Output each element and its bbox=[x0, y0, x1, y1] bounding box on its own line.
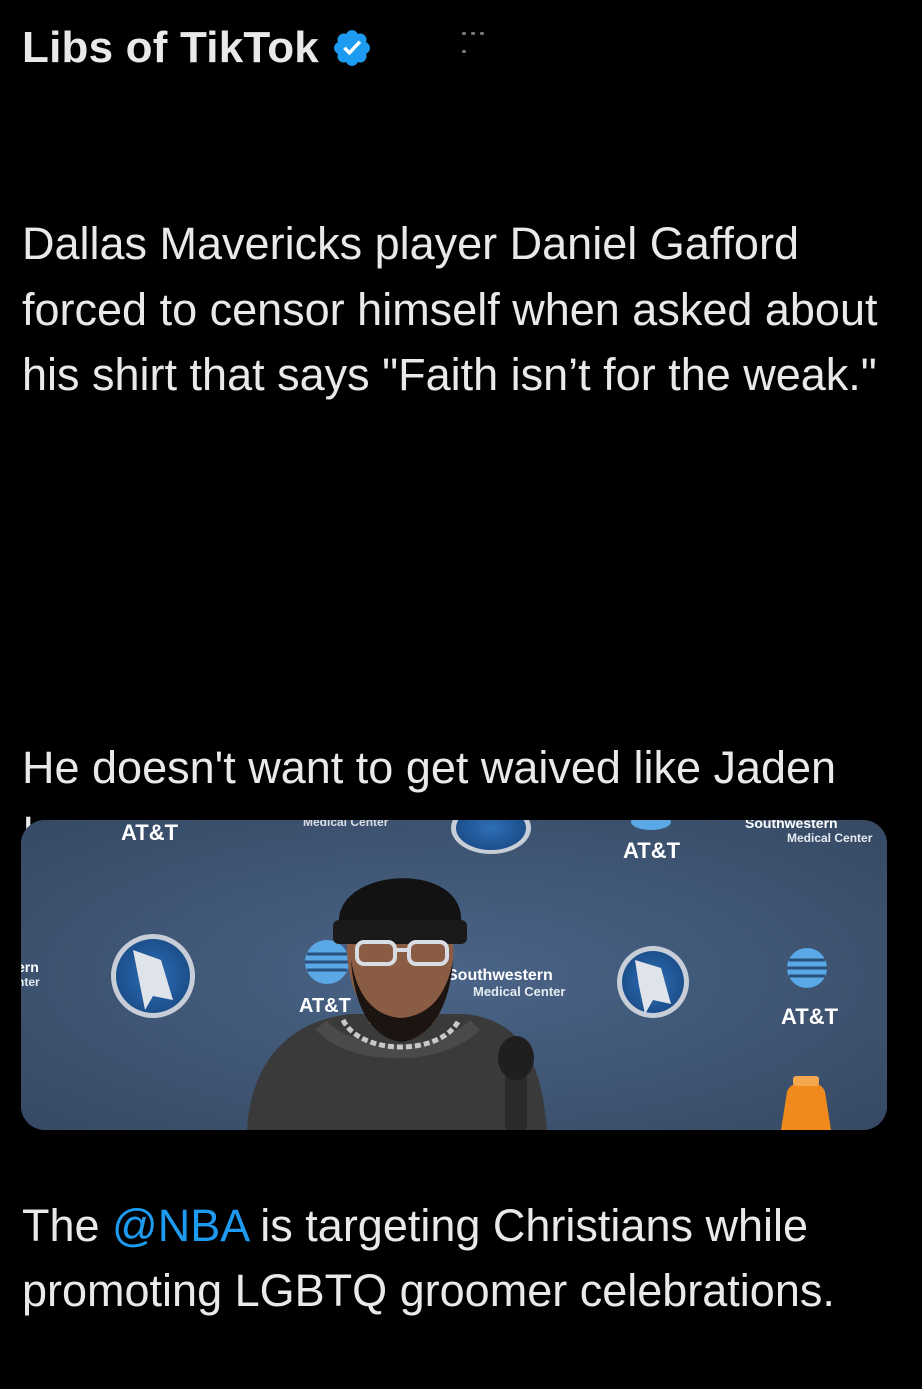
backdrop-medical-center-right: Medical Center bbox=[787, 831, 873, 845]
backdrop-edge-partial-1: ern bbox=[21, 959, 39, 975]
mavericks-logo-icon bbox=[617, 946, 689, 1018]
att-globe-icon bbox=[787, 948, 827, 988]
tweet-header: Libs of TikTok bbox=[22, 20, 373, 76]
att-globe-icon bbox=[305, 940, 349, 984]
backdrop-southwestern-text: Southwestern bbox=[447, 967, 553, 984]
tweet-paragraph-1: Dallas Mavericks player Daniel Gafford f… bbox=[22, 218, 890, 400]
backdrop-att-text: AT&T bbox=[121, 820, 179, 845]
verified-badge-icon bbox=[331, 27, 373, 69]
backdrop-southwestern-top: Southwestern bbox=[745, 820, 838, 831]
author-name[interactable]: Libs of TikTok bbox=[22, 23, 319, 73]
nba-mention-link[interactable]: @NBA bbox=[112, 1200, 248, 1251]
press-conference-frame: AT&T Medical Center AT&T Southwestern Me… bbox=[21, 820, 887, 1130]
top-handle-indicator bbox=[462, 22, 496, 53]
backdrop-edge-partial-2: nter bbox=[21, 975, 40, 989]
backdrop-medical-center-top: Medical Center bbox=[303, 820, 389, 829]
mavericks-logo-icon bbox=[111, 934, 195, 1018]
paragraph-3-lead: The bbox=[22, 1199, 113, 1251]
backdrop-att-text: AT&T bbox=[299, 995, 351, 1017]
backdrop-medical-center-text: Medical Center bbox=[473, 984, 565, 999]
tweet-video-media[interactable]: AT&T Medical Center AT&T Southwestern Me… bbox=[21, 820, 887, 1130]
tweet-paragraph-3: The @NBA is targeting Christians while p… bbox=[22, 1193, 902, 1324]
backdrop-att-text: AT&T bbox=[623, 838, 681, 863]
tweet-text: Dallas Mavericks player Daniel Gafford f… bbox=[22, 80, 902, 1389]
backdrop-att-text: AT&T bbox=[781, 1004, 839, 1029]
